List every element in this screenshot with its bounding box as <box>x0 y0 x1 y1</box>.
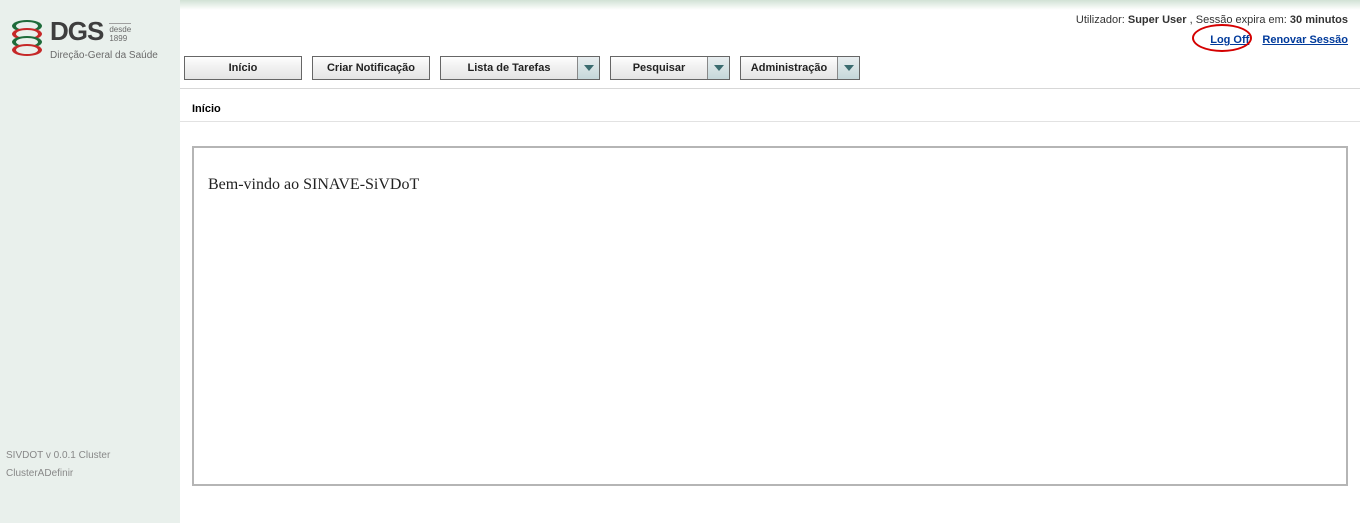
nav-administracao[interactable]: Administração <box>740 56 860 80</box>
nav-pesquisar[interactable]: Pesquisar <box>610 56 730 80</box>
user-label: Utilizador: <box>1076 14 1125 26</box>
logo-subtitle: Direção-Geral da Saúde <box>50 50 158 61</box>
logo-abbrev: DGS <box>50 18 103 44</box>
logoff-link[interactable]: Log Off <box>1210 34 1249 46</box>
chevron-down-icon[interactable] <box>577 57 599 79</box>
nav-inicio[interactable]: Início <box>184 56 302 80</box>
welcome-text: Bem-vindo ao SINAVE-SiVDoT <box>208 176 1332 194</box>
sidebar-footer: SIVDOT v 0.0.1 Cluster ClusterADefinir <box>6 447 110 483</box>
nav-lista-tarefas[interactable]: Lista de Tarefas <box>440 56 600 80</box>
user-name: Super User <box>1128 14 1187 26</box>
logo: DGS desde 1899 Direção-Geral da Saúde <box>0 0 180 79</box>
chevron-down-icon[interactable] <box>707 57 729 79</box>
page-title: Início <box>180 89 1360 122</box>
main-nav: Início Criar Notificação Lista de Tarefa… <box>180 56 1360 89</box>
renew-session-link[interactable]: Renovar Sessão <box>1262 34 1348 46</box>
version-text: SIVDOT v 0.0.1 Cluster <box>6 447 110 465</box>
logo-icon <box>10 18 44 56</box>
logo-since: desde 1899 <box>109 23 131 44</box>
sidebar: DGS desde 1899 Direção-Geral da Saúde SI… <box>0 0 180 523</box>
session-links: Log Off Renovar Sessão <box>180 26 1360 56</box>
session-label: , Sessão expira em: <box>1190 14 1287 26</box>
userbar: Utilizador: Super User , Sessão expira e… <box>180 10 1360 26</box>
top-gradient <box>180 0 1360 10</box>
main: Utilizador: Super User , Sessão expira e… <box>180 0 1360 523</box>
nav-criar-notificacao[interactable]: Criar Notificação <box>312 56 430 80</box>
session-value: 30 minutos <box>1290 14 1348 26</box>
cluster-text: ClusterADefinir <box>6 465 110 483</box>
content-frame: Bem-vindo ao SINAVE-SiVDoT <box>192 146 1348 486</box>
chevron-down-icon[interactable] <box>837 57 859 79</box>
